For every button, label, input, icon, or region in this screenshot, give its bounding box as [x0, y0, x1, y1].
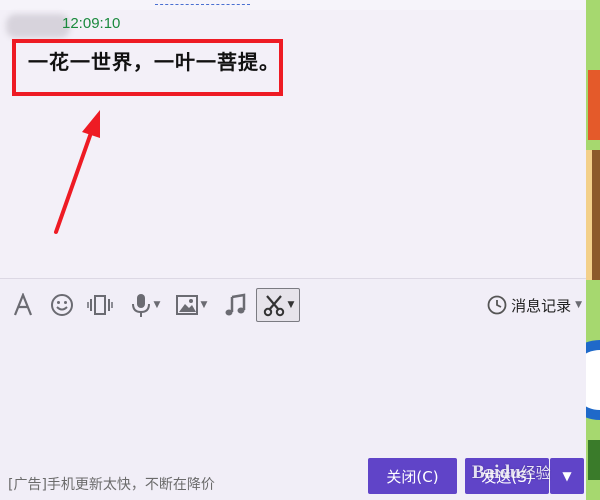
message-history-button[interactable]: 消息记录 ▼ [487, 285, 582, 325]
microphone-icon [131, 294, 150, 317]
screenshot-button[interactable]: ▼ [256, 288, 300, 322]
chevron-down-icon: ▼ [562, 469, 572, 483]
close-button[interactable]: 关闭(C) [368, 458, 457, 494]
smiley-icon [51, 294, 73, 316]
message-input-area[interactable] [0, 325, 586, 455]
message-timestamp: 12:09:10 [62, 15, 121, 32]
voice-button[interactable]: ▼ [124, 285, 166, 325]
chevron-down-icon: ▼ [287, 300, 295, 310]
image-button[interactable]: ▼ [170, 285, 212, 325]
emoji-button[interactable] [49, 285, 75, 325]
red-arrow-annotation [54, 110, 100, 234]
background-illustration [586, 0, 600, 500]
music-button[interactable] [222, 285, 248, 325]
scissors-icon [263, 295, 284, 317]
clock-icon [487, 295, 507, 315]
send-options-dropdown[interactable]: ▼ [550, 458, 584, 494]
chevron-down-icon: ▼ [200, 300, 208, 310]
input-toolbar: ▼ ▼ ▼ 消息记录 ▼ [0, 285, 586, 325]
chat-message-text: 一花一世界，一叶一菩提。 [28, 50, 280, 74]
music-note-icon [225, 293, 246, 316]
toolbar-divider [0, 278, 586, 279]
picture-icon [175, 295, 198, 315]
link-underline [155, 4, 250, 5]
chevron-down-icon: ▼ [153, 300, 161, 310]
font-button[interactable] [10, 285, 36, 325]
chevron-down-icon: ▼ [575, 300, 582, 310]
shake-button[interactable] [86, 285, 114, 325]
blurred-sender-name [6, 14, 70, 38]
background-window-edge [586, 0, 600, 500]
chat-history-panel: 12:09:10 一花一世界，一叶一菩提。 [0, 0, 586, 278]
cropped-top-area [0, 0, 586, 10]
send-button[interactable]: 发送(S) [465, 458, 549, 494]
window-shake-icon [87, 295, 113, 315]
history-label: 消息记录 [511, 296, 572, 315]
ad-text-link[interactable]: [广告]手机更新太快，不断在降价 [8, 474, 215, 494]
font-A-icon [13, 293, 33, 316]
